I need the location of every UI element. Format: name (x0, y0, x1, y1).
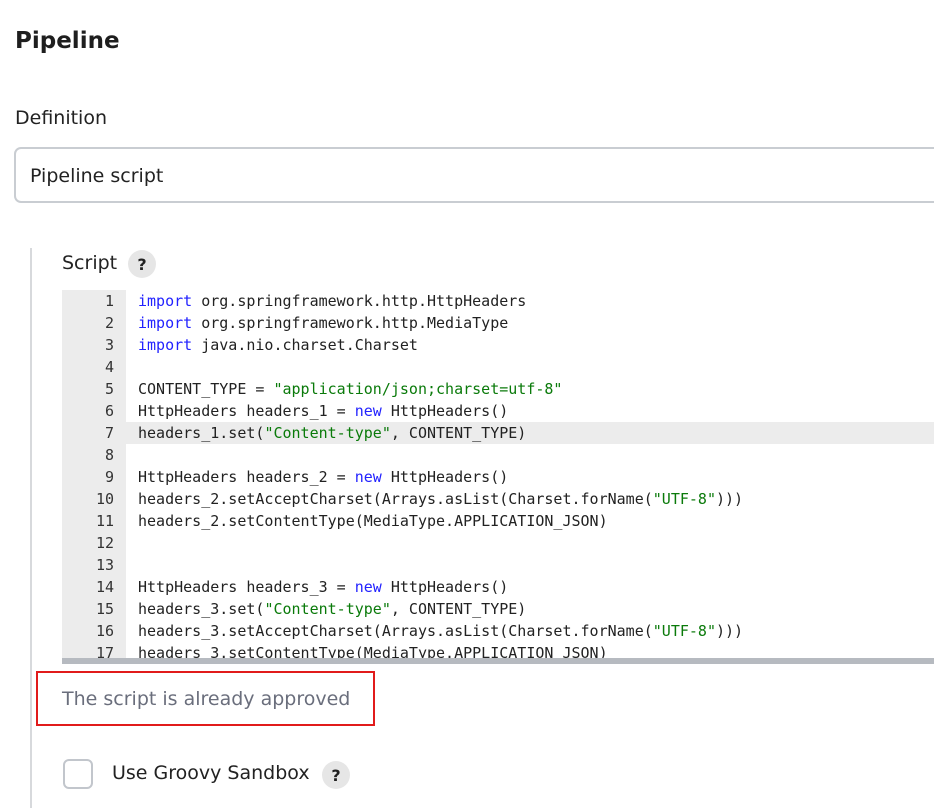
code-text: import org.springframework.http.MediaTyp… (138, 312, 508, 334)
script-help-icon[interactable]: ? (128, 250, 156, 278)
line-number: 5 (104, 380, 114, 398)
definition-select-value: Pipeline script (30, 165, 164, 187)
code-line: 5 CONTENT_TYPE = "application/json;charse… (62, 378, 934, 400)
section-title: Pipeline (15, 28, 120, 54)
approval-status-box: The script is already approved (36, 671, 375, 726)
code-line: 1 import org.springframework.http.HttpHea… (62, 290, 934, 312)
code-token: headers_3.setContentType(MediaType.APPLI… (138, 644, 608, 662)
code-token: headers_3.setAcceptCharset(Arrays.asList… (138, 622, 653, 640)
code-line: 17 headers_3.setContentType(MediaType.APP… (62, 642, 934, 662)
code-token: CONTENT_TYPE = (138, 380, 274, 398)
code-lines: 1 import org.springframework.http.HttpHea… (62, 290, 934, 662)
code-text: headers_3.set("Content-type", CONTENT_TY… (138, 598, 526, 620)
groovy-sandbox-checkbox[interactable] (63, 759, 93, 789)
line-number: 7 (104, 424, 114, 442)
code-token: HttpHeaders() (381, 578, 509, 596)
code-token: HttpHeaders() (381, 468, 509, 486)
code-line: 3 import java.nio.charset.Charset (62, 334, 934, 356)
code-token: ))) (715, 490, 744, 508)
code-line: 15 headers_3.set("Content-type", CONTENT_… (62, 598, 934, 620)
code-token: headers_2.setAcceptCharset(Arrays.asList… (138, 490, 653, 508)
code-line: 13 (62, 554, 934, 576)
code-token: ))) (715, 622, 744, 640)
script-editor[interactable]: 1 import org.springframework.http.HttpHea… (62, 290, 934, 664)
line-number: 15 (95, 600, 114, 618)
code-line: 7 headers_1.set("Content-type", CONTENT_T… (62, 422, 934, 444)
code-keyword: import (138, 292, 193, 310)
section-divider (30, 248, 32, 808)
code-token: HttpHeaders headers_1 = (138, 402, 355, 420)
code-token: HttpHeaders() (381, 402, 509, 420)
code-token: org.springframework.http.HttpHeaders (192, 292, 527, 310)
code-text: import java.nio.charset.Charset (138, 334, 418, 356)
code-text: import org.springframework.http.HttpHead… (138, 290, 526, 312)
code-keyword: new (354, 578, 382, 596)
line-number: 6 (104, 402, 114, 420)
code-token: HttpHeaders headers_3 = (138, 578, 355, 596)
definition-label: Definition (15, 107, 108, 129)
code-text: CONTENT_TYPE = "application/json;charset… (138, 378, 562, 400)
line-number: 3 (104, 336, 114, 354)
code-text: HttpHeaders headers_3 = new HttpHeaders(… (138, 576, 508, 598)
line-number: 14 (95, 578, 114, 596)
line-number: 4 (104, 358, 114, 376)
code-keyword: import (138, 314, 193, 332)
line-number: 13 (95, 556, 114, 574)
code-line: 2 import org.springframework.http.MediaTy… (62, 312, 934, 334)
script-label: Script (62, 252, 118, 274)
code-line: 14 HttpHeaders headers_3 = new HttpHeader… (62, 576, 934, 598)
code-text: HttpHeaders headers_2 = new HttpHeaders(… (138, 466, 508, 488)
code-text: headers_2.setAcceptCharset(Arrays.asList… (138, 488, 743, 510)
line-number: 16 (95, 622, 114, 640)
line-number: 12 (95, 534, 114, 552)
code-string: "application/json;charset=utf-8" (273, 380, 563, 398)
code-string: "Content-type" (264, 600, 391, 618)
line-number: 17 (95, 644, 114, 662)
line-number: 1 (104, 292, 114, 310)
code-token: , CONTENT_TYPE) (390, 600, 527, 618)
code-keyword: new (354, 468, 382, 486)
code-string: "UTF-8" (652, 490, 716, 508)
code-token: , CONTENT_TYPE) (390, 424, 527, 442)
code-text: headers_3.setAcceptCharset(Arrays.asList… (138, 620, 743, 642)
code-token: org.springframework.http.MediaType (192, 314, 509, 332)
code-line: 9 HttpHeaders headers_2 = new HttpHeaders… (62, 466, 934, 488)
code-token: headers_1.set( (138, 424, 265, 442)
code-token: headers_3.set( (138, 600, 265, 618)
code-line: 4 (62, 356, 934, 378)
groovy-sandbox-label[interactable]: Use Groovy Sandbox (112, 762, 310, 784)
code-line: 12 (62, 532, 934, 554)
line-number: 11 (95, 512, 114, 530)
code-text: headers_2.setContentType(MediaType.APPLI… (138, 510, 608, 532)
code-string: "UTF-8" (652, 622, 716, 640)
code-keyword: import (138, 336, 193, 354)
code-token: HttpHeaders headers_2 = (138, 468, 355, 486)
code-line: 10 headers_2.setAcceptCharset(Arrays.asLi… (62, 488, 934, 510)
line-number: 8 (104, 446, 114, 464)
line-number: 9 (104, 468, 114, 486)
code-text: headers_1.set("Content-type", CONTENT_TY… (138, 422, 526, 444)
definition-select[interactable]: Pipeline script (14, 147, 934, 203)
code-string: "Content-type" (264, 424, 391, 442)
code-line: 6 HttpHeaders headers_1 = new HttpHeaders… (62, 400, 934, 422)
sandbox-help-icon[interactable]: ? (322, 761, 350, 789)
code-token: headers_2.setContentType(MediaType.APPLI… (138, 512, 608, 530)
code-text: HttpHeaders headers_1 = new HttpHeaders(… (138, 400, 508, 422)
code-token: java.nio.charset.Charset (192, 336, 418, 354)
code-text: headers_3.setContentType(MediaType.APPLI… (138, 642, 608, 662)
line-number: 2 (104, 314, 114, 332)
approval-status-text: The script is already approved (62, 688, 351, 710)
line-number: 10 (95, 490, 114, 508)
code-line: 11 headers_2.setContentType(MediaType.APP… (62, 510, 934, 532)
code-line: 16 headers_3.setAcceptCharset(Arrays.asLi… (62, 620, 934, 642)
code-keyword: new (354, 402, 382, 420)
code-line: 8 (62, 444, 934, 466)
